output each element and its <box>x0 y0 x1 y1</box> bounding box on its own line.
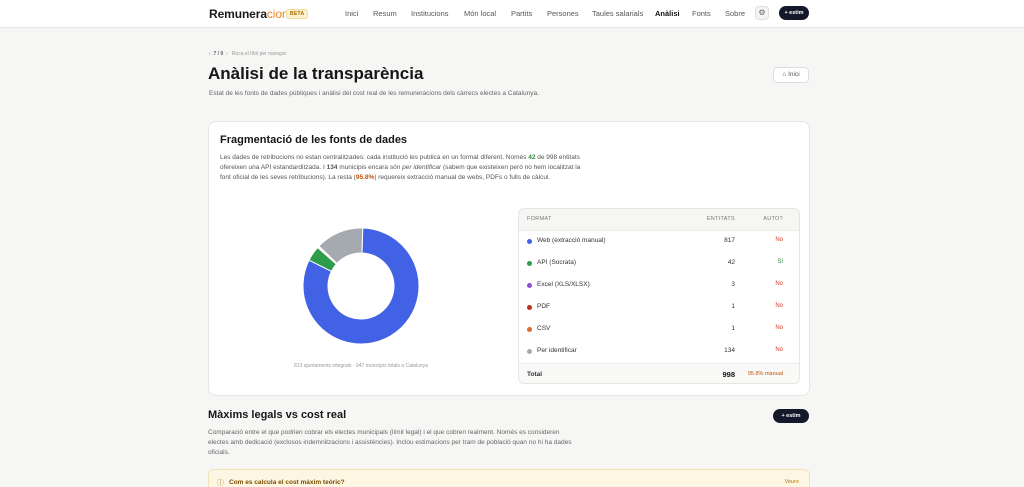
table-header: FORMAT ENTITATS AUTO? <box>519 209 799 231</box>
faq-accordion[interactable]: ⓘ Com es calcula el cost màxim teòric? V… <box>208 469 810 487</box>
nav-item-institucions[interactable]: Institucions <box>411 9 449 18</box>
nav-item-inici[interactable]: Inici <box>345 9 358 18</box>
auto-status: No <box>775 325 783 331</box>
auto-status: Sí <box>777 259 783 265</box>
legend-dot <box>527 305 532 310</box>
table-row: Per identificar 134 No <box>519 341 799 363</box>
entity-count: 134 <box>724 347 735 354</box>
table-total-row: Total 998 95.8% manual <box>519 363 799 383</box>
home-button[interactable]: ⌂ Inici <box>773 67 809 83</box>
top-navigation-bar: Remuneracions BETA Inici Resum Instituci… <box>0 0 1024 28</box>
page-counter: 7 / 9 <box>213 51 224 57</box>
fragmentation-title: Fragmentació de les fonts de dades <box>220 134 408 146</box>
entity-count: 3 <box>731 281 735 288</box>
format-donut-chart <box>302 227 420 345</box>
nav-item-sobre[interactable]: Sobre <box>725 9 745 18</box>
column-header-count: ENTITATS <box>706 216 735 222</box>
table-row: API (Socrata) 42 Sí <box>519 253 799 275</box>
prev-page-icon[interactable]: ‹ <box>209 51 211 57</box>
format-label: Per identificar <box>537 347 577 354</box>
table-row: CSV 1 No <box>519 319 799 341</box>
legend-dot <box>527 261 532 266</box>
faq-question: Com es calcula el cost màxim teòric? <box>229 479 345 486</box>
nav-item-fonts[interactable]: Fonts <box>692 9 711 18</box>
entity-count: 817 <box>724 237 735 244</box>
help-circle-icon: ⓘ <box>217 480 224 487</box>
total-label: Total <box>527 371 543 378</box>
legal-section-title: Màxims legals vs cost real <box>208 409 347 421</box>
entity-count: 1 <box>731 325 735 332</box>
format-label: Web (extracció manual) <box>537 237 606 244</box>
nav-item-taules-salarials[interactable]: Taules salarials <box>592 9 643 18</box>
breadcrumb: ‹ 7 / 9 › Roca el títol per navegar <box>209 51 286 57</box>
table-row: Excel (XLS/XLSX) 3 No <box>519 275 799 297</box>
home-icon: ⌂ <box>782 71 787 78</box>
home-button-label: Inici <box>788 71 800 78</box>
faq-toggle[interactable]: Veure <box>785 479 799 485</box>
nav-item-resum[interactable]: Resum <box>373 9 397 18</box>
auto-status: No <box>775 347 783 353</box>
total-manual-pct: 95.8% manual <box>747 371 783 377</box>
main-nav: Inici Resum Institucions Món local Parti… <box>0 9 1024 21</box>
column-header-format: FORMAT <box>527 216 552 222</box>
page-subtitle: Estat de les fonts de dades públiques i … <box>209 90 539 97</box>
estim-button-top[interactable]: + estim <box>779 6 809 20</box>
legend-dot <box>527 327 532 332</box>
nav-item-persones[interactable]: Persones <box>547 9 579 18</box>
nav-item-partits[interactable]: Partits <box>511 9 532 18</box>
entity-count: 1 <box>731 303 735 310</box>
fragmentation-description: Les dades de retribucions no estan centr… <box>220 154 581 181</box>
table-row: Web (extracció manual) 817 No <box>519 231 799 253</box>
breadcrumb-hint: Roca el títol per navegar <box>231 51 287 57</box>
format-label: API (Socrata) <box>537 259 577 266</box>
entity-count: 42 <box>727 259 735 266</box>
gear-icon[interactable]: ⚙ <box>755 6 769 20</box>
legal-section-description: Comparació entre el que podrien cobrar e… <box>208 429 572 456</box>
format-label: PDF <box>537 303 550 310</box>
estim-button[interactable]: + estim <box>773 409 809 423</box>
legend-dot <box>527 349 532 354</box>
fragmentation-card: Fragmentació de les fonts de dades Les d… <box>208 121 810 396</box>
total-count: 998 <box>722 370 735 379</box>
column-header-auto: AUTO? <box>763 216 783 222</box>
format-label: Excel (XLS/XLSX) <box>537 281 590 288</box>
nav-item-analisi[interactable]: Anàlisi <box>655 9 680 18</box>
nav-item-mon-local[interactable]: Món local <box>464 9 496 18</box>
format-table: FORMAT ENTITATS AUTO? Web (extracció man… <box>518 208 800 384</box>
auto-status: No <box>775 303 783 309</box>
format-label: CSV <box>537 325 551 332</box>
table-row: PDF 1 No <box>519 297 799 319</box>
next-page-icon[interactable]: › <box>226 51 228 57</box>
page-title: Anàlisi de la transparència <box>208 64 424 83</box>
legend-dot <box>527 239 532 244</box>
donut-caption: 813 ajuntaments integrats · 947 municipi… <box>294 363 428 369</box>
legend-dot <box>527 283 532 288</box>
auto-status: No <box>775 281 783 287</box>
auto-status: No <box>775 237 783 243</box>
